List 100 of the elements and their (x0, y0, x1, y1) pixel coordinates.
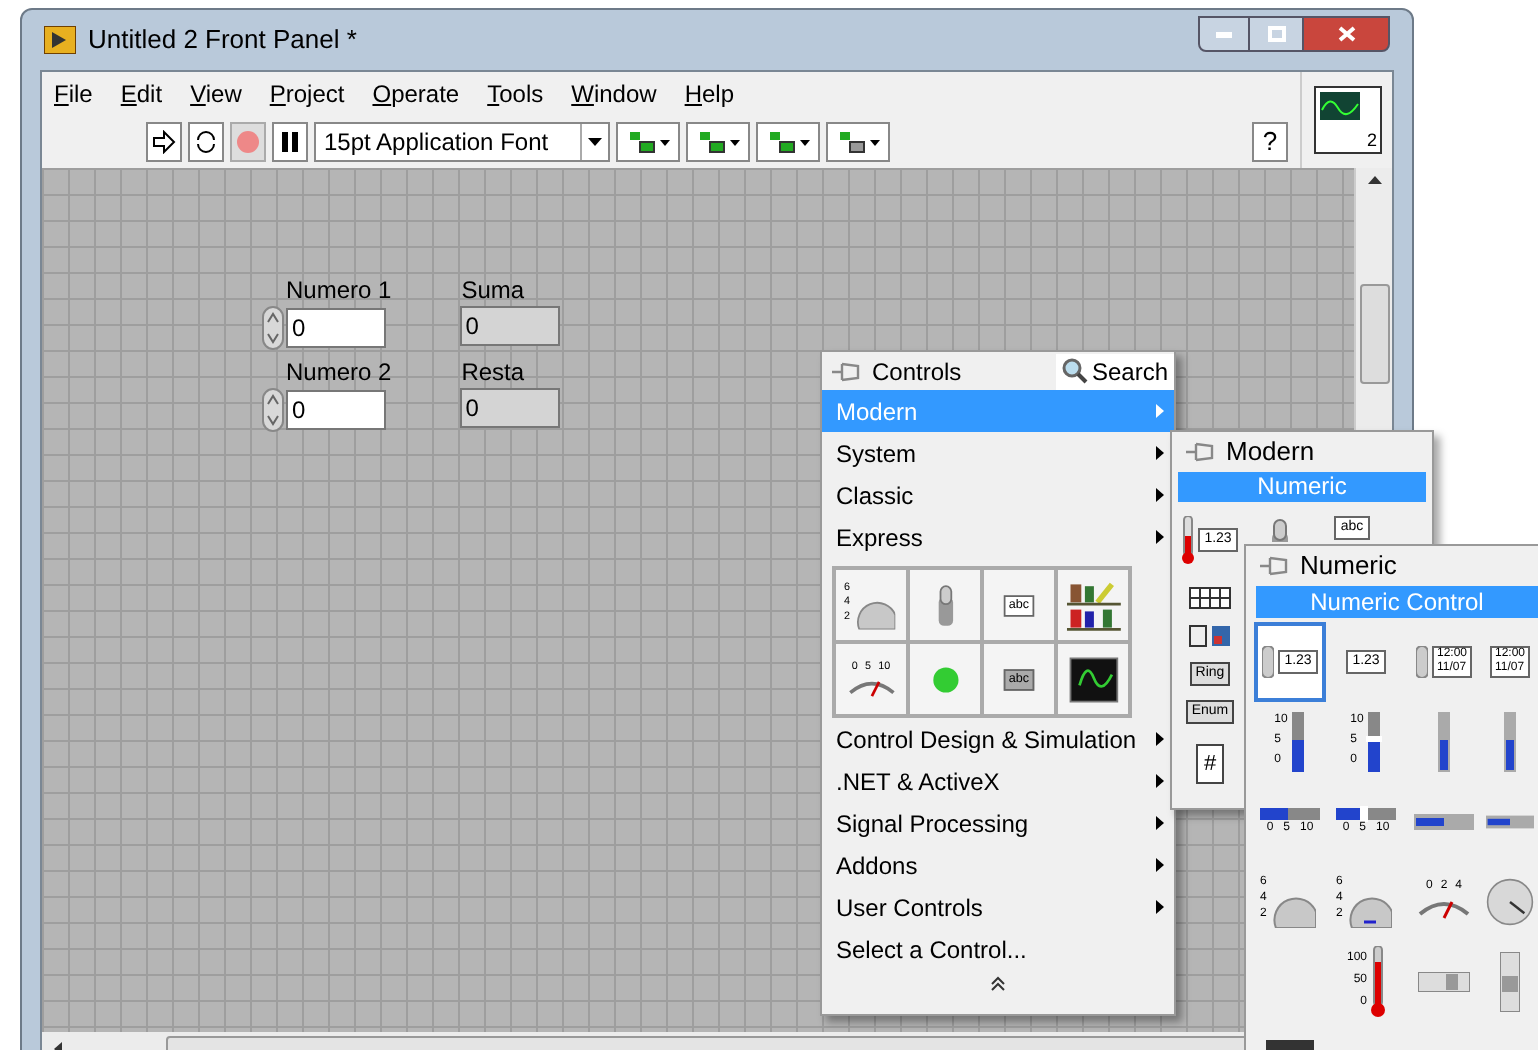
submenu-arrow-icon (1156, 404, 1164, 418)
horizontal-slider-icon (1260, 806, 1320, 822)
palette-category[interactable]: Select a Control... (822, 928, 1174, 970)
menu-item[interactable]: Help (684, 76, 734, 112)
dropdown-caret-icon (729, 139, 739, 145)
palette-category[interactable]: Express (822, 516, 1174, 558)
submenu-arrow-icon (1156, 774, 1164, 788)
run-arrow-icon (152, 130, 176, 154)
led-icon (930, 664, 960, 694)
palette-title: Numeric (1300, 548, 1397, 584)
palette-category[interactable]: .NET & ActiveX (822, 760, 1174, 802)
numeric-indicator: 0 (459, 306, 560, 346)
refnum-text: # (1195, 744, 1225, 784)
control-label: Numero 2 (284, 358, 392, 388)
palette-category[interactable]: User Controls (822, 886, 1174, 928)
menu-item[interactable]: File (54, 76, 93, 112)
palette-tile[interactable]: # (1176, 730, 1244, 798)
dropdown-caret-icon (869, 139, 879, 145)
search-icon (1061, 358, 1088, 384)
decorations-icon (1066, 579, 1120, 631)
close-button[interactable] (1302, 16, 1390, 52)
objects-icon (767, 130, 795, 154)
cluster-icon (1188, 623, 1232, 647)
waveform-icon (1319, 92, 1359, 120)
menu-item[interactable]: Window (571, 76, 657, 112)
control-label: Resta (459, 358, 527, 388)
submenu-arrow-icon (1156, 488, 1164, 502)
palette-category[interactable]: Signal Processing (822, 802, 1174, 844)
font-dropdown[interactable]: 15pt Application Font (314, 122, 610, 162)
increment-icon (1416, 645, 1429, 677)
submenu-arrow-icon (1156, 732, 1164, 746)
run-button[interactable] (146, 122, 182, 162)
maximize-icon (1267, 26, 1285, 42)
menu-item[interactable]: Project (269, 76, 345, 112)
collapse-chevron-icon[interactable] (990, 976, 1006, 992)
window-title: Untitled 2 Front Panel * (88, 22, 357, 59)
control-label: Numero 1 (284, 276, 392, 306)
pin-icon[interactable] (830, 359, 862, 383)
numeric-input-field[interactable]: 0 (286, 308, 386, 348)
numeric-input-field[interactable]: 0 (286, 390, 386, 430)
minimize-icon (1216, 31, 1232, 37)
pin-icon[interactable] (1258, 553, 1290, 578)
vertical-bar-icon (1502, 711, 1518, 771)
submenu-arrow-icon (1156, 530, 1164, 544)
objects-icon (697, 130, 725, 154)
connector-number: 2 (1366, 130, 1377, 150)
scroll-up-icon (1367, 176, 1381, 184)
thermometer-icon (1369, 945, 1385, 1017)
horizontal-bar-icon (1414, 813, 1474, 829)
menu-item[interactable]: Edit (120, 76, 163, 112)
horizontal-bar-icon (1486, 813, 1534, 829)
increment-arrows-icon[interactable] (262, 306, 284, 350)
resize-button[interactable] (756, 122, 820, 162)
pause-icon (280, 132, 300, 152)
submenu-arrow-icon (1156, 446, 1164, 460)
scroll-thumb[interactable] (1359, 284, 1389, 384)
search-button[interactable]: Search (1055, 353, 1174, 389)
align-button[interactable] (616, 122, 680, 162)
palette-subcategory-header: Numeric Control (1256, 585, 1538, 617)
close-icon (1337, 26, 1355, 42)
increment-icon (1262, 645, 1275, 677)
objects-icon (627, 130, 655, 154)
menu-item[interactable]: View (190, 76, 242, 112)
submenu-arrow-icon (1156, 900, 1164, 914)
pin-icon[interactable] (1184, 440, 1216, 464)
cycle-arrows-icon (194, 130, 218, 154)
minimize-button[interactable] (1198, 16, 1250, 52)
dropdown-caret-icon (588, 138, 602, 146)
palette-category[interactable]: Addons (822, 844, 1174, 886)
maximize-button[interactable] (1250, 16, 1302, 52)
pause-button[interactable] (272, 122, 308, 162)
vertical-slider-icon (1289, 711, 1306, 771)
palette-category[interactable]: Control Design & Simulation (822, 718, 1174, 760)
objects-icon (837, 130, 865, 154)
palette-title: Modern (1226, 434, 1315, 471)
horizontal-slider-icon (1336, 806, 1396, 822)
dropdown-caret-icon (659, 139, 669, 145)
menu-item[interactable]: Operate (372, 76, 460, 112)
submenu-arrow-icon (1156, 816, 1164, 830)
vertical-slider-icon (1365, 711, 1382, 771)
palette-category[interactable]: System (822, 432, 1174, 474)
increment-arrows-icon[interactable] (262, 388, 284, 432)
submenu-arrow-icon (1156, 858, 1164, 872)
dropdown-caret-icon (799, 139, 809, 145)
control-label: Suma (459, 276, 527, 306)
reorder-button[interactable] (826, 122, 890, 162)
distribute-button[interactable] (686, 122, 750, 162)
vertical-scrollbar-icon (1500, 951, 1520, 1011)
graph-icon (1067, 655, 1119, 703)
vertical-bar-icon (1436, 711, 1452, 771)
run-continuously-button[interactable] (188, 122, 224, 162)
help-button[interactable]: ? (1252, 122, 1288, 162)
horizontal-scrollbar-icon (1418, 971, 1470, 991)
palette-category[interactable]: Classic (822, 474, 1174, 516)
palette-subcategory-header: Numeric (1178, 472, 1426, 502)
vi-icon[interactable]: 2 (1313, 86, 1381, 154)
thermometer-icon (1182, 516, 1195, 564)
numeric-indicator: 0 (459, 388, 560, 428)
menu-item[interactable]: Tools (487, 76, 544, 112)
stop-icon (236, 130, 260, 154)
